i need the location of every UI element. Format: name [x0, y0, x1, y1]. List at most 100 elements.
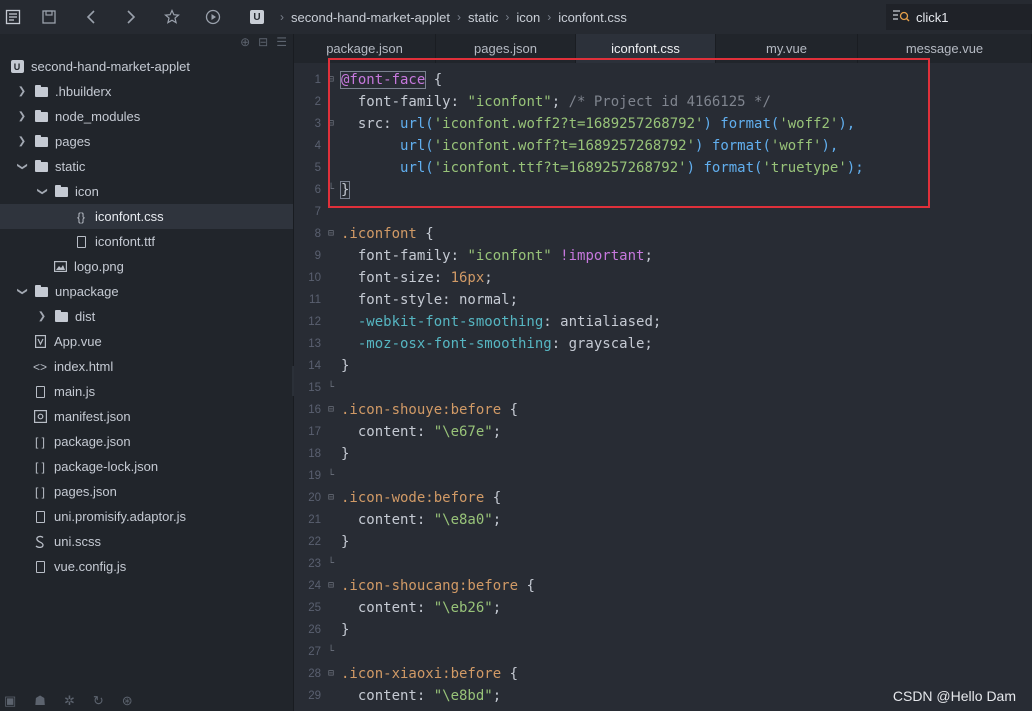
- code-token: 'iconfont.woff?t=1689257268792': [433, 138, 696, 154]
- tab-my-vue[interactable]: my.vue: [716, 34, 858, 63]
- code-token: ;: [492, 424, 502, 440]
- folder-icon: [54, 309, 68, 324]
- run-icon[interactable]: [200, 0, 226, 34]
- code-token: : grayscale;: [551, 336, 653, 352]
- star-icon[interactable]: [159, 0, 185, 34]
- tree-item-icon-folder[interactable]: ❯ icon: [0, 179, 293, 204]
- code-token: {: [416, 226, 434, 242]
- forward-icon[interactable]: [118, 0, 144, 34]
- tree-item-uni-scss[interactable]: uni.scss: [0, 529, 293, 554]
- line-number: 11: [309, 294, 321, 306]
- tree-item-main-js[interactable]: main.js: [0, 379, 293, 404]
- tree-item-unpackage[interactable]: ❯ unpackage: [0, 279, 293, 304]
- js-file-icon: [33, 560, 47, 574]
- code-token: -webkit-font-smoothing: [341, 314, 544, 330]
- code-line: 2 font-family: "iconfont"; /* Project id…: [294, 91, 1032, 113]
- settings-file-icon: [33, 410, 47, 424]
- tree-item-label: unpackage: [55, 284, 119, 299]
- project-icon: U: [10, 60, 24, 74]
- fold-icon[interactable]: ⊟: [326, 399, 336, 421]
- chevron-right-icon[interactable]: ❯: [16, 86, 28, 97]
- code-token: !important: [551, 248, 645, 264]
- line-number: 9: [314, 250, 321, 262]
- line-number: 22: [308, 536, 321, 548]
- tree-item-logo-png[interactable]: logo.png: [0, 254, 293, 279]
- new-file-icon[interactable]: [0, 0, 26, 34]
- search-input[interactable]: click1: [886, 4, 1032, 30]
- code-editor[interactable]: 1 ⊟ @font-face { 2 font-family: "iconfont"…: [294, 63, 1032, 711]
- tree-item-iconfont-ttf[interactable]: iconfont.ttf: [0, 229, 293, 254]
- tab-package-json[interactable]: package.json: [294, 34, 436, 63]
- chevron-right-icon[interactable]: ❯: [16, 136, 28, 147]
- code-token: content:: [341, 512, 434, 528]
- bug-icon[interactable]: ✲: [64, 693, 75, 709]
- code-line: 1 ⊟ @font-face {: [294, 69, 1032, 91]
- chevron-down-icon[interactable]: ❯: [17, 286, 28, 298]
- tab-pages-json[interactable]: pages.json: [436, 34, 576, 63]
- tree-item-uni-promisify[interactable]: uni.promisify.adaptor.js: [0, 504, 293, 529]
- fold-icon[interactable]: ⊟: [326, 575, 336, 597]
- fold-icon[interactable]: ⊟: [326, 113, 336, 135]
- collapse-all-icon[interactable]: ⊟: [258, 35, 268, 49]
- save-icon[interactable]: [36, 0, 62, 34]
- project-manager-icon[interactable]: ▣: [4, 693, 16, 709]
- fold-icon[interactable]: ⊟: [326, 69, 336, 91]
- sidebar-actions: ⊕ ⊟ ☰: [240, 35, 287, 49]
- line-number: 26: [308, 624, 321, 636]
- fold-end-icon: └: [327, 184, 335, 195]
- js-file-icon: [33, 510, 47, 524]
- code-token: url(: [400, 138, 434, 154]
- chevron-right-icon[interactable]: ❯: [16, 111, 28, 122]
- locate-icon[interactable]: ⊕: [240, 35, 250, 49]
- line-number: 3: [314, 118, 321, 130]
- tree-item-label: uni.promisify.adaptor.js: [54, 509, 186, 524]
- tree-item-static[interactable]: ❯ static: [0, 154, 293, 179]
- line-number: 7: [314, 206, 321, 218]
- globe-icon[interactable]: ⊛: [122, 693, 133, 709]
- code-token: src:: [341, 116, 401, 132]
- tree-item-pages-json[interactable]: [ ] pages.json: [0, 479, 293, 504]
- fold-icon[interactable]: ⊟: [326, 223, 336, 245]
- tree-item-label: pages.json: [54, 484, 117, 499]
- code-token: 'truetype': [762, 160, 847, 176]
- breadcrumb-project[interactable]: second-hand-market-applet: [291, 10, 450, 25]
- tree-item-vue-config-js[interactable]: vue.config.js: [0, 554, 293, 579]
- menu-icon[interactable]: ☰: [276, 35, 287, 49]
- file-tree: U second-hand-market-applet ❯ .hbuilderx…: [0, 54, 293, 579]
- fold-end-icon: └: [327, 470, 335, 481]
- tree-item-app-vue[interactable]: App.vue: [0, 329, 293, 354]
- line-number: 27: [308, 646, 321, 658]
- chevron-right-icon[interactable]: ❯: [36, 311, 48, 322]
- code-token: "\e67e": [433, 424, 493, 440]
- android-icon[interactable]: ☗: [34, 693, 46, 709]
- refresh-icon[interactable]: ↻: [93, 693, 104, 709]
- tab-iconfont-css[interactable]: iconfont.css: [576, 34, 716, 63]
- code-token: "iconfont": [467, 248, 552, 264]
- tree-item-index-html[interactable]: <> index.html: [0, 354, 293, 379]
- breadcrumb-file[interactable]: iconfont.css: [558, 10, 627, 25]
- code-token: content:: [341, 424, 434, 440]
- tree-item-dist[interactable]: ❯ dist: [0, 304, 293, 329]
- tab-message-vue[interactable]: message.vue: [858, 34, 1032, 63]
- chevron-down-icon[interactable]: ❯: [17, 161, 28, 173]
- fold-icon[interactable]: ⊟: [326, 663, 336, 685]
- breadcrumb-folder-static[interactable]: static: [468, 10, 498, 25]
- code-token: ),: [821, 138, 839, 154]
- tree-item-project[interactable]: U second-hand-market-applet: [0, 54, 293, 79]
- breadcrumb-folder-icon[interactable]: icon: [516, 10, 540, 25]
- tree-item-manifest-json[interactable]: manifest.json: [0, 404, 293, 429]
- tree-item-iconfont-css[interactable]: {} iconfont.css: [0, 204, 293, 229]
- fold-icon[interactable]: ⊟: [326, 487, 336, 509]
- tree-item-label: dist: [75, 309, 96, 324]
- tree-item-node-modules[interactable]: ❯ node_modules: [0, 104, 293, 129]
- chevron-down-icon[interactable]: ❯: [37, 186, 48, 198]
- tree-item-package-lock-json[interactable]: [ ] package-lock.json: [0, 454, 293, 479]
- tree-item-pages[interactable]: ❯ pages: [0, 129, 293, 154]
- line-number: 16: [308, 404, 321, 416]
- back-icon[interactable]: [78, 0, 104, 34]
- tree-item-hbuilderx[interactable]: ❯ .hbuilderx: [0, 79, 293, 104]
- breadcrumb-separator-icon: ›: [547, 10, 552, 24]
- tree-item-package-json[interactable]: [ ] package.json: [0, 429, 293, 454]
- code-token: ) format(: [695, 138, 771, 154]
- code-token: ;: [492, 600, 502, 616]
